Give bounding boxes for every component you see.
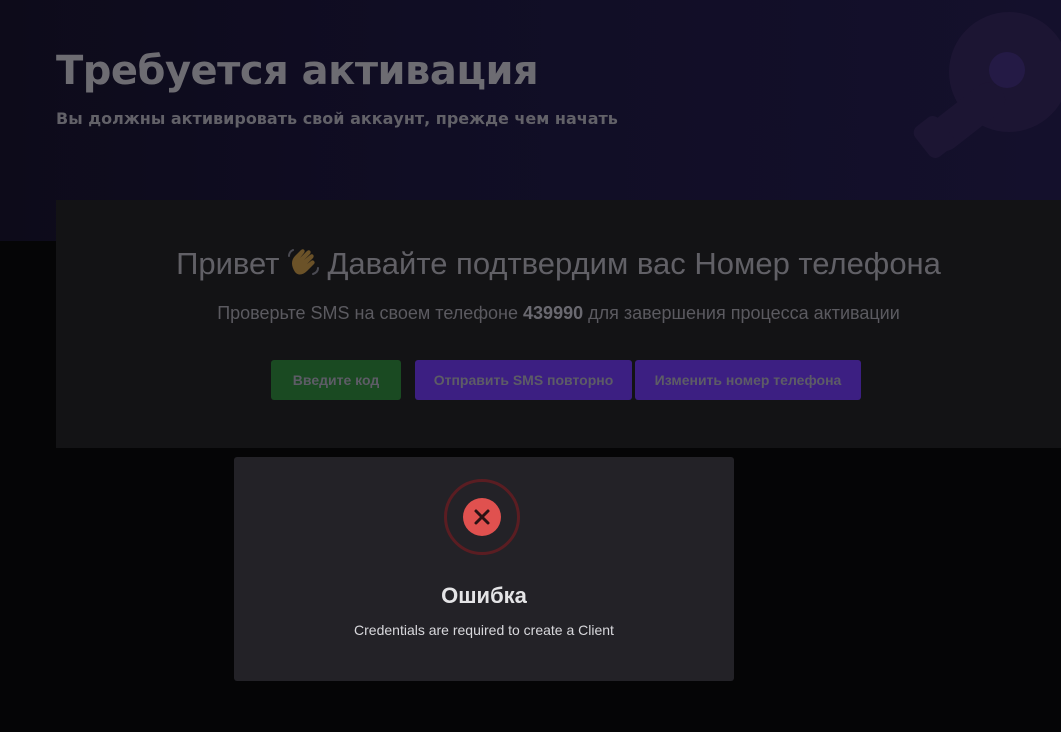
sms-text-before: Проверьте SMS на своем телефоне — [217, 303, 519, 323]
enter-code-button[interactable]: Введите код — [271, 360, 401, 400]
sms-text-after: для завершения процесса активации — [588, 303, 900, 323]
waving-hand-icon — [288, 249, 320, 275]
verify-phone-text: Давайте подтвердим вас Номер телефона — [327, 246, 941, 281]
sms-instructions: Проверьте SMS на своем телефоне 439990 д… — [56, 303, 1061, 324]
resend-sms-button[interactable]: Отправить SMS повторно — [415, 360, 632, 400]
close-x-glyph — [474, 509, 490, 525]
error-icon-ring — [444, 479, 520, 555]
error-x-icon — [463, 498, 501, 536]
error-modal: Ошибка Credentials are required to creat… — [234, 457, 734, 681]
card-title: Привет Давайте подтвердим вас Номер теле… — [56, 246, 1061, 282]
phone-number: 439990 — [523, 303, 584, 323]
modal-message: Credentials are required to create a Cli… — [354, 622, 614, 638]
modal-title: Ошибка — [441, 583, 527, 608]
activation-card: Привет Давайте подтвердим вас Номер теле… — [56, 200, 1061, 448]
change-phone-button[interactable]: Изменить номер телефона — [635, 360, 861, 400]
page: Требуется активация Вы должны активирова… — [0, 0, 1061, 732]
page-title: Требуется активация — [56, 48, 539, 94]
key-decoration-icon — [913, 12, 1061, 158]
greeting-text: Привет — [176, 246, 280, 281]
page-subtitle: Вы должны активировать свой аккаунт, пре… — [56, 109, 618, 128]
